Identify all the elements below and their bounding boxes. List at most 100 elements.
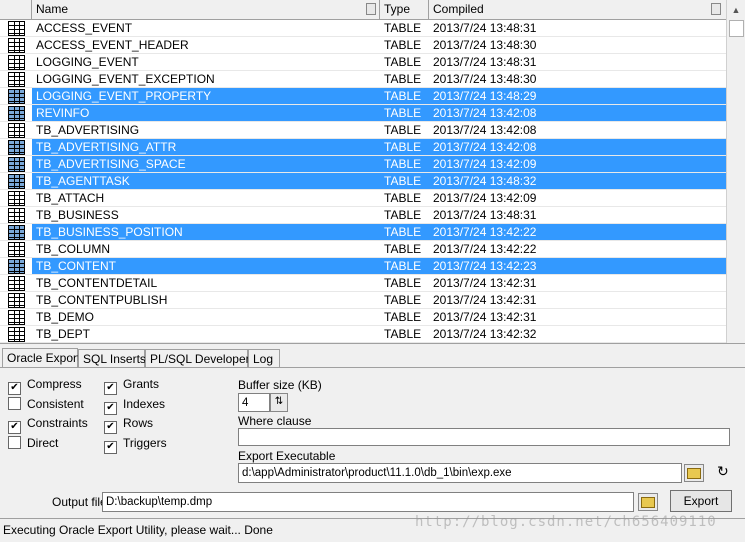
table-row[interactable]: TB_BUSINESS_POSITION TABLE 2013/7/24 13:42… <box>0 224 727 241</box>
export-button[interactable]: Export <box>670 490 732 512</box>
row-name[interactable]: TB_BUSINESS_POSITION <box>32 224 380 241</box>
table-row[interactable]: TB_CONTENTDETAIL TABLE 2013/7/24 13:42:31 <box>0 275 727 292</box>
browse-executable-button[interactable] <box>684 464 704 482</box>
row-type[interactable]: TABLE <box>380 309 429 326</box>
table-row[interactable]: TB_BUSINESS TABLE 2013/7/24 13:48:31 <box>0 207 727 224</box>
table-row[interactable]: TB_CONTENTPUBLISH TABLE 2013/7/24 13:42:31 <box>0 292 727 309</box>
table-row[interactable]: TB_CONTENT TABLE 2013/7/24 13:42:23 <box>0 258 727 275</box>
row-compiled[interactable]: 2013/7/24 13:48:30 <box>429 37 727 54</box>
export-executable-input[interactable]: d:\app\Administrator\product\11.1.0\db_1… <box>238 463 682 483</box>
name-filter-button[interactable] <box>366 3 376 15</box>
row-compiled[interactable]: 2013/7/24 13:42:09 <box>429 190 727 207</box>
tab-sql-inserts[interactable]: SQL Inserts <box>78 349 146 367</box>
row-compiled[interactable]: 2013/7/24 13:42:22 <box>429 224 727 241</box>
row-name[interactable]: LOGGING_EVENT <box>32 54 380 71</box>
tab-plsql-developer[interactable]: PL/SQL Developer <box>145 349 250 367</box>
row-type[interactable]: TABLE <box>380 88 429 105</box>
column-header-name[interactable]: Name <box>32 0 380 19</box>
row-name[interactable]: TB_DEMO <box>32 309 380 326</box>
row-type[interactable]: TABLE <box>380 173 429 190</box>
row-compiled[interactable]: 2013/7/24 13:42:31 <box>429 309 727 326</box>
row-compiled[interactable]: 2013/7/24 13:42:08 <box>429 122 727 139</box>
checkbox-triggers[interactable]: ✔ Triggers <box>104 435 167 454</box>
row-type[interactable]: TABLE <box>380 241 429 258</box>
row-compiled[interactable]: 2013/7/24 13:48:30 <box>429 71 727 88</box>
checkbox-box[interactable]: ✔ <box>104 382 117 395</box>
row-name[interactable]: TB_BUSINESS <box>32 207 380 224</box>
row-type[interactable]: TABLE <box>380 139 429 156</box>
buffer-size-input[interactable]: 4 <box>238 393 270 412</box>
where-clause-input[interactable] <box>238 428 730 446</box>
checkbox-box[interactable]: ✔ <box>8 382 21 395</box>
row-compiled[interactable]: 2013/7/24 13:42:22 <box>429 241 727 258</box>
row-type[interactable]: TABLE <box>380 122 429 139</box>
row-compiled[interactable]: 2013/7/24 13:48:29 <box>429 88 727 105</box>
table-row[interactable]: TB_DEMO TABLE 2013/7/24 13:42:31 <box>0 309 727 326</box>
checkbox-box[interactable]: ✔ <box>104 402 117 415</box>
tab-oracle-export[interactable]: Oracle Export <box>2 348 80 368</box>
table-row[interactable]: TB_ADVERTISING TABLE 2013/7/24 13:42:08 <box>0 122 727 139</box>
row-type[interactable]: TABLE <box>380 207 429 224</box>
column-header-compiled[interactable]: Compiled <box>429 0 727 19</box>
row-type[interactable]: TABLE <box>380 105 429 122</box>
vertical-scrollbar[interactable]: ▲ <box>726 0 745 343</box>
table-row[interactable]: TB_AGENTTASK TABLE 2013/7/24 13:48:32 <box>0 173 727 190</box>
object-grid[interactable]: Name Type Compiled ACCESS_EVENT TABLE 2013… <box>0 0 745 344</box>
row-compiled[interactable]: 2013/7/24 13:42:08 <box>429 139 727 156</box>
row-compiled[interactable]: 2013/7/24 13:42:23 <box>429 258 727 275</box>
table-row[interactable]: TB_DEPT TABLE 2013/7/24 13:42:32 <box>0 326 727 343</box>
row-type[interactable]: TABLE <box>380 275 429 292</box>
checkbox-box[interactable] <box>8 436 21 449</box>
row-type[interactable]: TABLE <box>380 37 429 54</box>
row-compiled[interactable]: 2013/7/24 13:42:09 <box>429 156 727 173</box>
checkbox-indexes[interactable]: ✔ Indexes <box>104 396 165 415</box>
checkbox-compress[interactable]: ✔ Compress <box>8 376 82 395</box>
row-type[interactable]: TABLE <box>380 292 429 309</box>
checkbox-rows[interactable]: ✔ Rows <box>104 415 153 434</box>
row-compiled[interactable]: 2013/7/24 13:42:31 <box>429 292 727 309</box>
checkbox-consistent[interactable]: Consistent <box>8 396 84 412</box>
checkbox-constraints[interactable]: ✔ Constraints <box>8 415 88 434</box>
row-type[interactable]: TABLE <box>380 190 429 207</box>
row-name[interactable]: ACCESS_EVENT_HEADER <box>32 37 380 54</box>
row-name[interactable]: TB_CONTENTDETAIL <box>32 275 380 292</box>
row-compiled[interactable]: 2013/7/24 13:48:32 <box>429 173 727 190</box>
table-row[interactable]: REVINFO TABLE 2013/7/24 13:42:08 <box>0 105 727 122</box>
row-compiled[interactable]: 2013/7/24 13:42:31 <box>429 275 727 292</box>
row-name[interactable]: TB_CONTENT <box>32 258 380 275</box>
table-row[interactable]: TB_COLUMN TABLE 2013/7/24 13:42:22 <box>0 241 727 258</box>
scroll-up-icon[interactable]: ▲ <box>729 3 743 17</box>
table-row[interactable]: ACCESS_EVENT_HEADER TABLE 2013/7/24 13:48:… <box>0 37 727 54</box>
row-name[interactable]: TB_CONTENTPUBLISH <box>32 292 380 309</box>
row-compiled[interactable]: 2013/7/24 13:42:32 <box>429 326 727 343</box>
row-name[interactable]: TB_ATTACH <box>32 190 380 207</box>
checkbox-box[interactable]: ✔ <box>8 421 21 434</box>
compiled-filter-button[interactable] <box>711 3 721 15</box>
table-row[interactable]: TB_ADVERTISING_ATTR TABLE 2013/7/24 13:42:… <box>0 139 727 156</box>
checkbox-box[interactable]: ✔ <box>104 441 117 454</box>
row-type[interactable]: TABLE <box>380 326 429 343</box>
checkbox-box[interactable] <box>8 397 21 410</box>
scroll-thumb[interactable] <box>729 20 744 37</box>
row-name[interactable]: TB_ADVERTISING_ATTR <box>32 139 380 156</box>
table-row[interactable]: ACCESS_EVENT TABLE 2013/7/24 13:48:31 <box>0 20 727 37</box>
refresh-icon[interactable]: ↻ <box>717 463 729 480</box>
row-name[interactable]: REVINFO <box>32 105 380 122</box>
browse-output-button[interactable] <box>638 493 658 511</box>
tab-log[interactable]: Log <box>248 349 280 367</box>
table-row[interactable]: LOGGING_EVENT TABLE 2013/7/24 13:48:31 <box>0 54 727 71</box>
spinner-arrows-icon[interactable]: ⇅ <box>270 393 288 412</box>
row-type[interactable]: TABLE <box>380 20 429 37</box>
table-row[interactable]: LOGGING_EVENT_EXCEPTION TABLE 2013/7/24 13… <box>0 71 727 88</box>
checkbox-direct[interactable]: Direct <box>8 435 58 451</box>
row-compiled[interactable]: 2013/7/24 13:42:08 <box>429 105 727 122</box>
output-file-input[interactable]: D:\backup\temp.dmp <box>102 492 634 512</box>
row-name[interactable]: ACCESS_EVENT <box>32 20 380 37</box>
row-type[interactable]: TABLE <box>380 224 429 241</box>
row-type[interactable]: TABLE <box>380 71 429 88</box>
row-type[interactable]: TABLE <box>380 54 429 71</box>
row-name[interactable]: LOGGING_EVENT_PROPERTY <box>32 88 380 105</box>
table-row[interactable]: TB_ADVERTISING_SPACE TABLE 2013/7/24 13:42… <box>0 156 727 173</box>
row-name[interactable]: LOGGING_EVENT_EXCEPTION <box>32 71 380 88</box>
table-row[interactable]: TB_ATTACH TABLE 2013/7/24 13:42:09 <box>0 190 727 207</box>
